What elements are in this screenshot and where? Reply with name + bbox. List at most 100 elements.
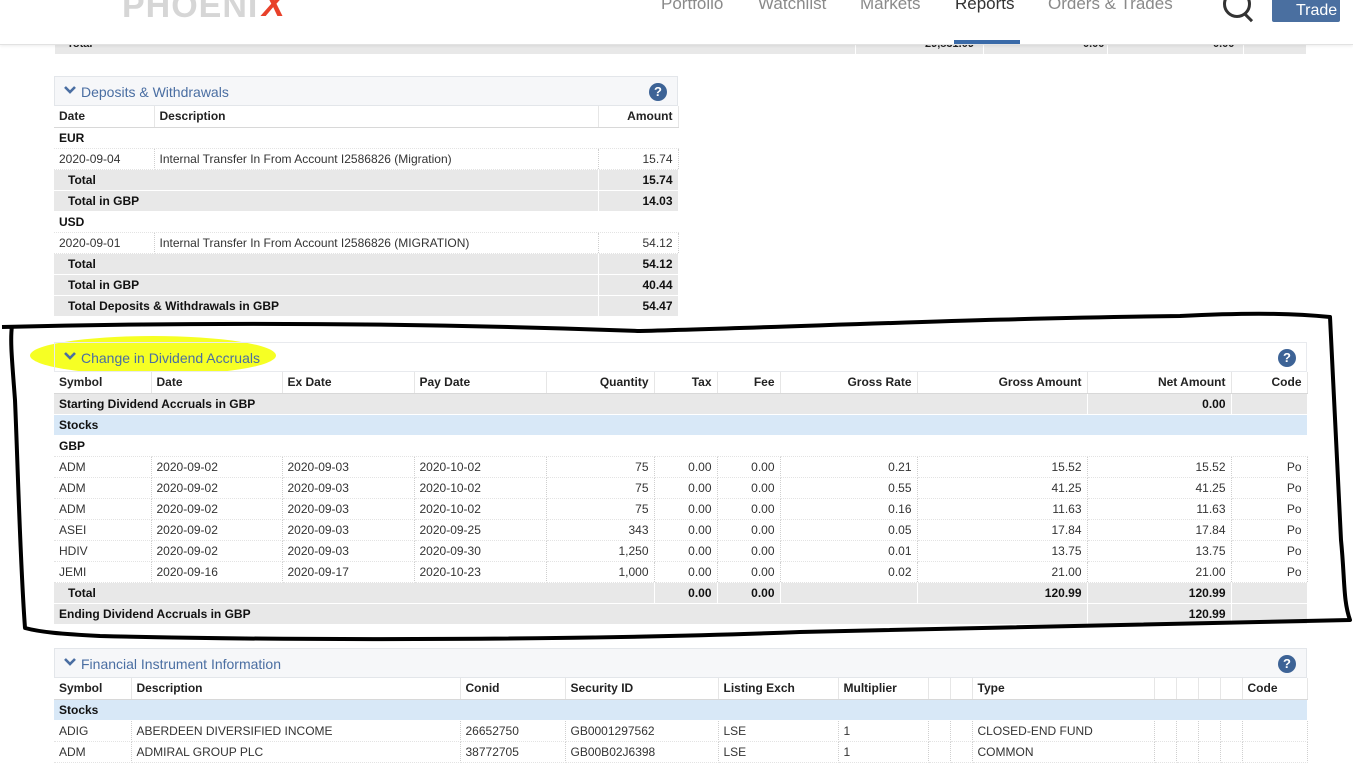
col-empty [928,678,951,700]
cell-symbol: ADM [54,456,152,478]
cell-ex-date: 2020-09-03 [282,519,415,541]
cell-fee: 0.00 [717,456,781,478]
col-net-amount[interactable]: Net Amount [1087,372,1232,394]
help-icon[interactable]: ? [649,83,667,101]
col-listing-exch[interactable]: Listing Exch [718,678,839,700]
col-pay-date[interactable]: Pay Date [414,372,547,394]
table-header-row: Symbol Date Ex Date Pay Date Quantity Ta… [54,372,1308,394]
col-symbol[interactable]: Symbol [54,678,132,700]
cell-pay-date: 2020-10-02 [414,498,547,520]
col-description[interactable]: Description [131,678,461,700]
dividend-panel-header[interactable]: Change in Dividend Accruals ? [54,342,1307,372]
empty-cell [928,741,951,763]
cell-tax: 0.00 [654,519,718,541]
help-icon[interactable]: ? [1278,349,1296,367]
cell-tax: 0.00 [654,561,718,583]
col-date[interactable]: Date [151,372,283,394]
cell-quantity: 343 [546,519,655,541]
cell-gross-rate: 0.55 [780,477,918,499]
col-gross-amount[interactable]: Gross Amount [917,372,1088,394]
cell-symbol: ADIG [54,720,132,742]
chevron-down-icon[interactable] [64,352,76,360]
empty-cell [928,720,951,742]
empty-cell [1176,741,1199,763]
cell-tax: 0.00 [654,498,718,520]
cell-amount: 15.74 [598,148,679,170]
deposits-panel-header[interactable]: Deposits & Withdrawals ? [54,76,678,106]
col-symbol[interactable]: Symbol [54,372,152,394]
chevron-down-icon[interactable] [64,658,76,666]
empty-cell [1198,741,1221,763]
cell-code [1242,720,1308,742]
nav-portfolio[interactable]: Portfolio [661,0,723,14]
col-code[interactable]: Code [1231,372,1308,394]
cell-net-amount: 17.84 [1087,519,1232,541]
instrument-info-panel: Financial Instrument Information ? Symbo… [54,648,1308,763]
nav-markets[interactable]: Markets [860,0,920,14]
help-icon[interactable]: ? [1278,655,1296,673]
col-date[interactable]: Date [54,106,155,128]
cell-conid: 26652750 [460,720,566,742]
cell-gross-rate: 0.21 [780,456,918,478]
cell-fee: 0.00 [717,498,781,520]
instrument-panel-title: Financial Instrument Information [81,656,281,672]
nav-orders-trades[interactable]: Orders & Trades [1048,0,1173,14]
stocks-label: Stocks [54,414,1307,436]
ending-accruals-row: Ending Dividend Accruals in GBP 120.99 [54,603,1308,625]
col-security-id[interactable]: Security ID [565,678,719,700]
grand-total-label: Total Deposits & Withdrawals in GBP [54,295,599,317]
table-header-row: Date Description Amount [54,106,679,128]
ending-accruals-label: Ending Dividend Accruals in GBP [54,603,1088,625]
cell-gross-rate: 0.05 [780,519,918,541]
col-description[interactable]: Description [154,106,599,128]
total-label: Total [54,169,599,191]
cell-net-amount: 13.75 [1087,540,1232,562]
logo[interactable]: PHOENI [122,0,258,26]
table-row: ADM 2020-09-02 2020-09-03 2020-10-02 75 0.00 0… [54,498,1308,520]
col-tax[interactable]: Tax [654,372,718,394]
currency-row: GBP [54,435,1307,457]
cell-code: Po [1231,561,1308,583]
empty-cell [1154,741,1177,763]
col-type[interactable]: Type [972,678,1155,700]
currency-label: GBP [54,435,1307,457]
col-ex-date[interactable]: Ex Date [282,372,415,394]
trade-button[interactable]: Trade [1272,0,1340,22]
currency-row: USD [54,211,678,233]
col-quantity[interactable]: Quantity [546,372,655,394]
cell-description: Internal Transfer In From Account I25868… [154,232,599,254]
col-fee[interactable]: Fee [717,372,781,394]
cell-ex-date: 2020-09-03 [282,498,415,520]
cell-code: Po [1231,477,1308,499]
total-gross: 120.99 [917,582,1088,604]
cell-symbol: ADM [54,498,152,520]
search-icon[interactable] [1223,0,1251,18]
total-gbp-value: 40.44 [598,274,679,296]
cell-quantity: 75 [546,477,655,499]
cell-gross-rate: 0.01 [780,540,918,562]
col-gross-rate[interactable]: Gross Rate [780,372,918,394]
table-header-row: Symbol Description Conid Security ID Lis… [54,678,1308,700]
col-multiplier[interactable]: Multiplier [838,678,929,700]
cell-quantity: 1,000 [546,561,655,583]
cell-tax: 0.00 [654,477,718,499]
cell-description: ADMIRAL GROUP PLC [131,741,461,763]
cell-net-amount: 41.25 [1087,477,1232,499]
col-amount[interactable]: Amount [598,106,679,128]
starting-accruals-label: Starting Dividend Accruals in GBP [54,393,1088,415]
col-code[interactable]: Code [1242,678,1308,700]
logo-x-mark: X [262,0,285,24]
nav-reports[interactable]: Reports [955,0,1015,14]
cell-listing-exch: LSE [718,720,839,742]
col-empty [1176,678,1199,700]
dividend-accruals-panel: Change in Dividend Accruals ? Symbol Dat… [54,342,1308,625]
total-label: Total [54,582,655,604]
cell-date: 2020-09-16 [151,561,283,583]
cell-pay-date: 2020-10-23 [414,561,547,583]
chevron-down-icon[interactable] [64,86,76,94]
cell-code: Po [1231,498,1308,520]
instrument-panel-header[interactable]: Financial Instrument Information ? [54,648,1307,678]
cell-quantity: 75 [546,498,655,520]
col-conid[interactable]: Conid [460,678,566,700]
nav-watchlist[interactable]: Watchlist [758,0,826,14]
